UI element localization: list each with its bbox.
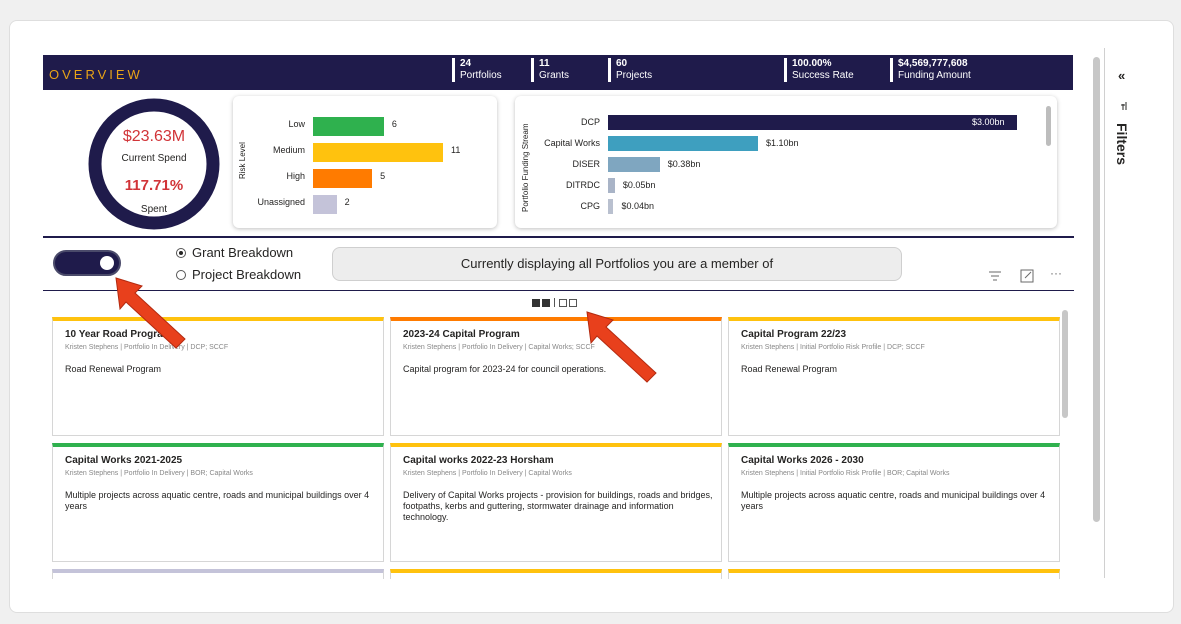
category-label: Low	[288, 119, 305, 129]
category-label: Medium	[272, 145, 305, 155]
data-label: 6	[391, 119, 397, 129]
portfolio-tile[interactable]: 2023-24 Capital Program Kristen Stephens …	[390, 317, 722, 436]
category-label: CPG	[580, 201, 600, 211]
bar[interactable]	[608, 136, 758, 151]
bar[interactable]	[608, 178, 615, 193]
tile-description: Multiple projects across aquatic centre,…	[65, 490, 370, 511]
data-label: $0.04bn	[621, 201, 654, 211]
breakdown-toggle[interactable]	[53, 250, 121, 276]
tile-title: Capital Program 22/23	[741, 329, 847, 340]
data-label: $3.00bn	[972, 117, 1005, 127]
radio-grant-breakdown[interactable]: Grant Breakdown	[176, 245, 293, 260]
tile-title: Capital Works 2021-2025	[65, 455, 183, 466]
page-1-indicator[interactable]	[532, 298, 540, 307]
current-spend-value: $23.63M	[122, 128, 186, 145]
tile-description: Road Renewal Program	[741, 364, 838, 374]
section-divider-2	[43, 290, 1074, 291]
portfolio-tile-partial[interactable]	[728, 569, 1060, 579]
portfolio-tile-partial[interactable]	[390, 569, 722, 579]
kpi-funding-amount: $4,569,777,608 Funding Amount	[890, 58, 971, 82]
pager-separator	[554, 298, 555, 307]
category-label: DITRDC	[566, 180, 600, 190]
page-2-indicator[interactable]	[542, 298, 550, 307]
data-label: $0.05bn	[622, 180, 656, 190]
focus-mode-icon[interactable]	[1020, 269, 1034, 283]
tile-description: Road Renewal Program	[65, 364, 162, 374]
kpi-success-rate: 100.00% Success Rate	[784, 58, 854, 82]
bar[interactable]	[608, 199, 614, 214]
tile-subtitle: Kristen Stephens | Initial Portfolio Ris…	[741, 470, 950, 477]
overview-header: OVERVIEW 24 Portfolios 11 Grants 60 Proj…	[43, 55, 1073, 90]
category-label: Capital Works	[544, 138, 600, 148]
toggle-knob	[100, 256, 114, 270]
filter-lines-icon[interactable]	[988, 270, 1002, 282]
tile-description: Capital program for 2023-24 for council …	[403, 364, 607, 374]
kpi-projects: 60 Projects	[608, 58, 652, 82]
annotation-arrow-icon	[115, 277, 186, 349]
data-label: 11	[451, 145, 461, 155]
funding-stream-chart[interactable]: Portfolio Funding Stream DCP $3.00bn Capit…	[515, 96, 1057, 228]
page-navigator[interactable]	[532, 298, 577, 307]
bar[interactable]	[313, 195, 337, 214]
section-divider	[43, 236, 1074, 238]
data-label: 2	[344, 197, 350, 207]
category-label: High	[286, 171, 305, 181]
kpi-portfolios: 24 Portfolios	[452, 58, 502, 82]
portfolio-tile[interactable]: Capital Works 2026 - 2030 Kristen Stephen…	[728, 443, 1060, 562]
filters-pane-divider	[1104, 48, 1105, 578]
portfolio-tile[interactable]: 10 Year Road Program Kristen Stephens | P…	[52, 317, 384, 436]
category-label: DISER	[572, 159, 600, 169]
page-scrollbar[interactable]	[1093, 57, 1100, 522]
collapse-filters-icon[interactable]: «	[1118, 68, 1125, 83]
spent-percent-value: 117.71%	[124, 177, 184, 194]
chart-scrollbar[interactable]	[1046, 106, 1051, 146]
bar[interactable]	[608, 115, 1017, 130]
risk-level-chart[interactable]: Risk Level Low 6 Medium 11 High 5 Unassigned 2	[233, 96, 497, 228]
radio-project-breakdown[interactable]: Project Breakdown	[176, 267, 301, 282]
portfolio-tile[interactable]: Capital Works 2021-2025 Kristen Stephens …	[52, 443, 384, 562]
tiles-scrollbar[interactable]	[1062, 310, 1068, 418]
data-label: 5	[380, 171, 386, 181]
portfolio-tile[interactable]: Capital works 2022-23 Horsham Kristen Ste…	[390, 443, 722, 562]
data-label: $1.10bn	[765, 138, 799, 148]
filter-icon[interactable]	[1121, 101, 1129, 111]
tile-subtitle: Kristen Stephens | Portfolio In Delivery…	[65, 470, 253, 477]
radio-grant-label: Grant Breakdown	[192, 245, 294, 260]
bar[interactable]	[608, 157, 660, 172]
filters-pane-label[interactable]: Filters	[1114, 123, 1130, 165]
kpi-grants: 11 Grants	[531, 58, 569, 82]
spent-label: Spent	[140, 204, 168, 215]
tile-title: Capital works 2022-23 Horsham	[403, 455, 554, 466]
radio-project-label: Project Breakdown	[192, 267, 302, 282]
overview-title: OVERVIEW	[49, 67, 143, 82]
bar[interactable]	[313, 117, 384, 136]
tile-description: Multiple projects across aquatic centre,…	[741, 490, 1046, 511]
tile-subtitle: Kristen Stephens | Portfolio In Delivery…	[403, 470, 572, 477]
data-label: $0.38bn	[667, 159, 701, 169]
spend-donut: $23.63M Current Spend 117.71% Spent	[43, 97, 223, 232]
tile-title: 2023-24 Capital Program	[403, 329, 520, 340]
annotation-arrow-icon	[586, 311, 657, 383]
category-label: Unassigned	[257, 197, 305, 207]
category-label: DCP	[580, 117, 600, 127]
tile-title: Capital Works 2026 - 2030	[741, 455, 864, 466]
portfolio-tile[interactable]: Capital Program 22/23 Kristen Stephens | …	[728, 317, 1060, 436]
portfolio-tile-partial[interactable]	[52, 569, 384, 579]
current-spend-label: Current Spend	[121, 153, 187, 164]
radio-selected-icon	[176, 247, 186, 258]
tile-subtitle: Kristen Stephens | Initial Portfolio Ris…	[741, 344, 925, 351]
more-options-icon[interactable]: ···	[1050, 266, 1062, 280]
bar[interactable]	[313, 169, 373, 188]
tile-subtitle: Kristen Stephens | Portfolio In Delivery…	[403, 344, 595, 351]
bar[interactable]	[313, 143, 443, 162]
page-4-indicator[interactable]	[569, 298, 577, 307]
page-3-indicator[interactable]	[559, 298, 567, 307]
tile-description: Delivery of Capital Works projects - pro…	[403, 490, 713, 522]
membership-banner: Currently displaying all Portfolios you …	[332, 247, 902, 281]
